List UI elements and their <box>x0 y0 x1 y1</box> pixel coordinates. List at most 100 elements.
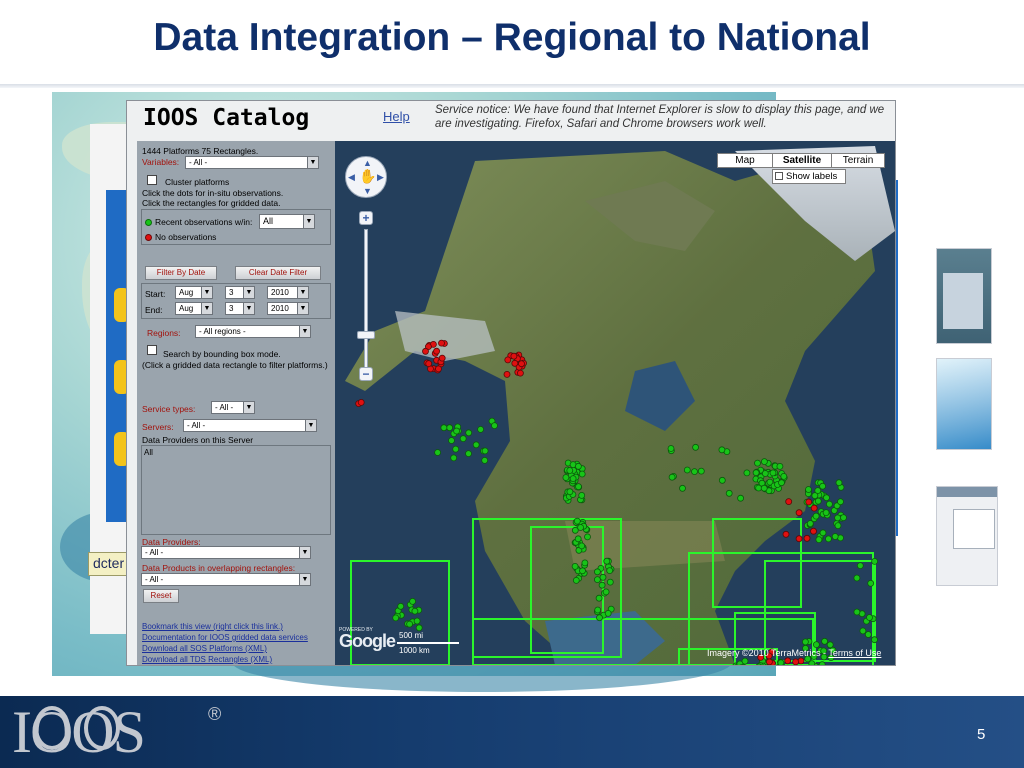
green-marker-icon[interactable] <box>825 535 832 543</box>
green-marker-icon[interactable] <box>581 559 589 567</box>
green-marker-icon[interactable] <box>481 447 489 455</box>
green-marker-icon[interactable] <box>440 424 448 432</box>
green-marker-icon[interactable] <box>574 462 582 470</box>
green-marker-icon[interactable] <box>459 435 467 443</box>
green-marker-icon[interactable] <box>814 497 822 505</box>
map-type-map-button[interactable]: Map <box>717 153 773 168</box>
green-marker-icon[interactable] <box>448 437 455 444</box>
green-marker-icon[interactable] <box>718 476 726 484</box>
service-types-select[interactable]: - All - ▼ <box>211 401 255 414</box>
green-marker-icon[interactable] <box>569 475 577 483</box>
green-marker-icon[interactable] <box>595 594 603 602</box>
green-marker-icon[interactable] <box>572 576 580 584</box>
end-year-select[interactable]: 2010 ▼ <box>267 302 309 315</box>
green-marker-icon[interactable] <box>606 578 614 586</box>
green-marker-icon[interactable] <box>752 469 760 477</box>
green-marker-icon[interactable] <box>604 609 612 617</box>
pan-up-icon[interactable]: ▲ <box>363 158 372 168</box>
green-marker-icon[interactable] <box>777 659 785 665</box>
green-marker-icon[interactable] <box>477 425 485 433</box>
green-marker-icon[interactable] <box>602 588 610 596</box>
green-marker-icon[interactable] <box>737 494 745 502</box>
green-marker-icon[interactable] <box>446 424 453 432</box>
download-sos-link[interactable]: Download all SOS Platforms (XML) <box>142 644 267 653</box>
green-marker-icon[interactable] <box>692 443 700 451</box>
filter-by-date-button[interactable]: Filter By Date <box>145 266 217 280</box>
green-marker-icon[interactable] <box>867 579 875 587</box>
green-marker-icon[interactable] <box>409 597 416 605</box>
pan-control[interactable]: ▲ ◀ ▶ ▼ ✋ <box>345 156 387 198</box>
green-marker-icon[interactable] <box>819 529 827 537</box>
green-marker-icon[interactable] <box>754 459 761 467</box>
clear-date-filter-button[interactable]: Clear Date Filter <box>235 266 321 280</box>
green-marker-icon[interactable] <box>691 468 698 476</box>
red-marker-icon[interactable] <box>516 369 524 377</box>
green-marker-icon[interactable] <box>472 441 480 449</box>
green-marker-icon[interactable] <box>834 522 842 530</box>
green-marker-icon[interactable] <box>575 483 582 491</box>
data-providers-select[interactable]: - All - ▼ <box>141 546 311 559</box>
green-marker-icon[interactable] <box>837 498 844 506</box>
green-marker-icon[interactable] <box>801 638 809 646</box>
satellite-map[interactable]: Map Satellite Terrain Show labels ▲ ◀ ▶ … <box>335 141 895 665</box>
red-marker-icon[interactable] <box>805 498 813 506</box>
green-marker-icon[interactable] <box>397 602 405 610</box>
help-link[interactable]: Help <box>383 109 410 124</box>
green-marker-icon[interactable] <box>840 514 847 522</box>
green-marker-icon[interactable] <box>811 492 819 500</box>
green-marker-icon[interactable] <box>864 631 872 638</box>
green-marker-icon[interactable] <box>452 445 460 453</box>
green-marker-icon[interactable] <box>743 469 751 477</box>
zoom-in-button[interactable]: + <box>359 211 373 225</box>
green-marker-icon[interactable] <box>769 469 777 477</box>
pan-right-icon[interactable]: ▶ <box>377 172 384 183</box>
regions-select[interactable]: - All regions - ▼ <box>195 325 311 338</box>
green-marker-icon[interactable] <box>392 614 400 622</box>
green-marker-icon[interactable] <box>761 470 769 477</box>
red-marker-icon[interactable] <box>438 354 446 362</box>
show-labels-checkbox[interactable] <box>775 172 783 180</box>
variables-select[interactable]: - All - ▼ <box>185 156 319 169</box>
green-marker-icon[interactable] <box>871 636 878 644</box>
green-marker-icon[interactable] <box>415 624 423 632</box>
terms-of-use-link[interactable]: Terms of Use <box>828 648 881 658</box>
red-marker-icon[interactable] <box>504 356 512 364</box>
red-marker-icon[interactable] <box>357 398 365 406</box>
red-marker-icon[interactable] <box>795 509 803 517</box>
data-products-select[interactable]: - All - ▼ <box>141 573 311 586</box>
red-marker-icon[interactable] <box>766 658 773 665</box>
green-marker-icon[interactable] <box>593 576 601 584</box>
end-day-select[interactable]: 3 ▼ <box>225 302 255 315</box>
green-marker-icon[interactable] <box>808 660 816 665</box>
green-marker-icon[interactable] <box>871 557 878 565</box>
green-marker-icon[interactable] <box>577 524 585 531</box>
green-marker-icon[interactable] <box>866 614 873 621</box>
green-marker-icon[interactable] <box>578 470 586 478</box>
green-marker-icon[interactable] <box>826 641 834 649</box>
green-marker-icon[interactable] <box>411 607 419 615</box>
green-marker-icon[interactable] <box>805 486 812 493</box>
green-marker-icon[interactable] <box>776 462 784 470</box>
green-marker-icon[interactable] <box>434 449 441 456</box>
green-marker-icon[interactable] <box>667 445 675 452</box>
map-type-terrain-button[interactable]: Terrain <box>831 153 885 168</box>
red-marker-icon[interactable] <box>803 534 811 542</box>
green-marker-icon[interactable] <box>573 517 581 525</box>
green-marker-icon[interactable] <box>593 568 601 576</box>
zoom-slider-track[interactable] <box>364 229 368 369</box>
google-logo[interactable]: Google <box>339 631 396 652</box>
green-marker-icon[interactable] <box>465 450 472 458</box>
start-month-select[interactable]: Aug ▼ <box>175 286 213 299</box>
map-type-satellite-button[interactable]: Satellite <box>772 153 832 168</box>
green-marker-icon[interactable] <box>697 467 705 475</box>
red-marker-icon[interactable] <box>785 498 793 506</box>
green-marker-icon[interactable] <box>598 581 606 589</box>
red-marker-icon[interactable] <box>782 530 790 538</box>
green-marker-icon[interactable] <box>821 637 829 645</box>
green-marker-icon[interactable] <box>853 608 861 616</box>
green-marker-icon[interactable] <box>835 479 843 487</box>
green-marker-icon[interactable] <box>725 489 733 497</box>
cluster-checkbox[interactable] <box>147 175 157 185</box>
bookmark-link[interactable]: Bookmark this view (right click this lin… <box>142 622 283 631</box>
green-marker-icon[interactable] <box>562 474 570 481</box>
